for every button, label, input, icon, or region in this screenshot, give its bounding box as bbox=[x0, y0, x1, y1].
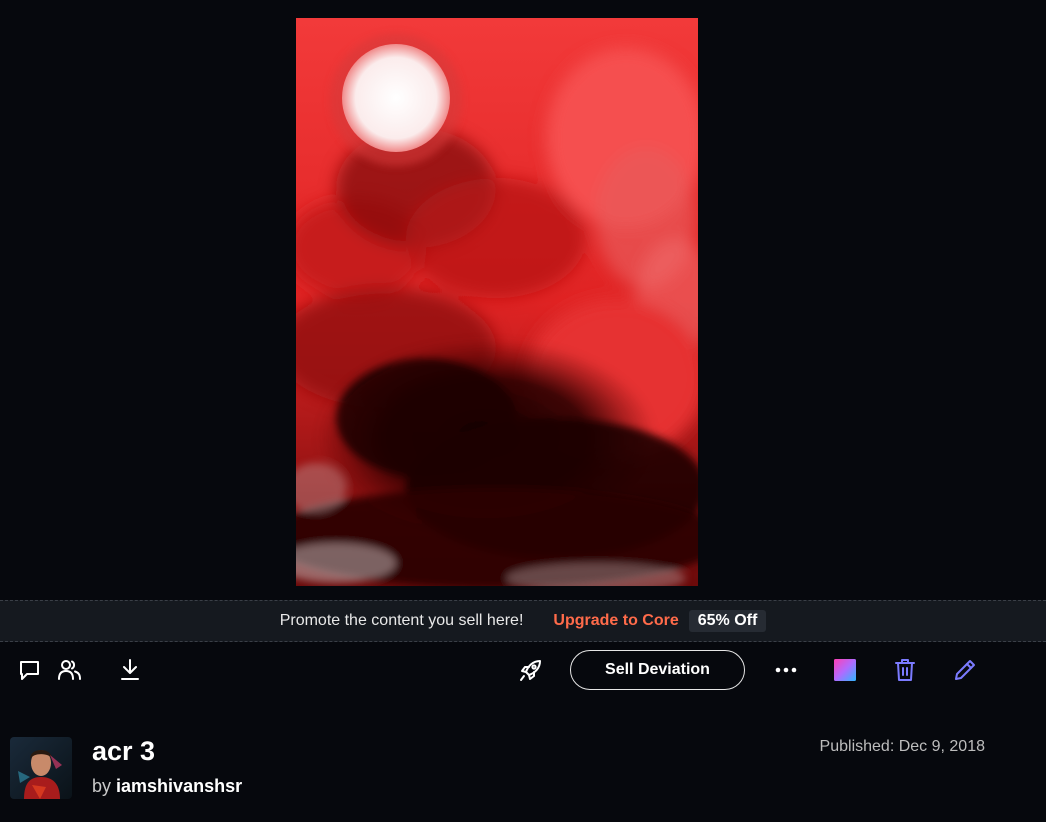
artwork-image[interactable] bbox=[296, 18, 698, 586]
artwork-stage bbox=[0, 0, 1046, 600]
promote-button[interactable] bbox=[516, 655, 546, 685]
trash-icon bbox=[895, 659, 915, 681]
rocket-icon bbox=[520, 660, 541, 681]
action-bar: Sell Deviation bbox=[0, 642, 1046, 698]
deviation-page: Promote the content you sell here! Upgra… bbox=[0, 0, 1046, 822]
watchers-button[interactable] bbox=[55, 655, 85, 685]
pencil-icon bbox=[955, 660, 975, 680]
comment-icon bbox=[20, 661, 39, 680]
promo-banner: Promote the content you sell here! Upgra… bbox=[0, 600, 1046, 642]
deviation-title: acr 3 bbox=[92, 736, 156, 766]
author-name-link[interactable]: iamshivanshsr bbox=[116, 776, 242, 796]
discount-badge: 65% Off bbox=[688, 610, 767, 632]
upgrade-to-core-link[interactable]: Upgrade to Core bbox=[553, 612, 678, 630]
customize-button[interactable] bbox=[830, 655, 860, 685]
published-date: Published: Dec 9, 2018 bbox=[819, 738, 985, 755]
author-avatar[interactable] bbox=[10, 737, 72, 799]
delete-button[interactable] bbox=[890, 655, 920, 685]
more-options-button[interactable] bbox=[771, 655, 801, 685]
people-icon bbox=[58, 660, 81, 680]
gradient-square-icon bbox=[834, 659, 856, 681]
byline: by iamshivanshsr bbox=[92, 776, 242, 797]
download-icon bbox=[121, 659, 139, 680]
comment-button[interactable] bbox=[15, 655, 45, 685]
sell-deviation-button[interactable]: Sell Deviation bbox=[570, 650, 745, 690]
more-icon bbox=[775, 667, 797, 673]
by-prefix: by bbox=[92, 776, 112, 796]
edit-button[interactable] bbox=[950, 655, 980, 685]
deviation-info: acr 3 by iamshivanshsr Published: Dec 9,… bbox=[0, 730, 1046, 810]
download-button[interactable] bbox=[115, 655, 145, 685]
promo-text: Promote the content you sell here! bbox=[279, 612, 524, 629]
